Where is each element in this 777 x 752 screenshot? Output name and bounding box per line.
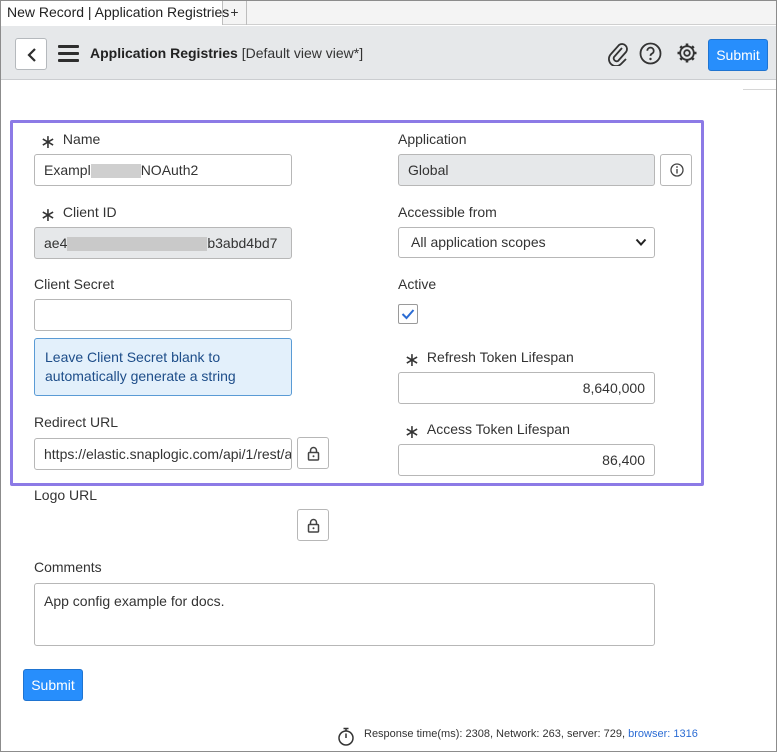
- client-secret-hint: Leave Client Secret blank to automatical…: [34, 338, 292, 396]
- page-title: Application Registries [Default view vie…: [90, 45, 363, 61]
- logo-url-label: Logo URL: [34, 487, 98, 503]
- logo-url-lock-button[interactable]: [297, 509, 329, 541]
- required-marker: ∗: [40, 205, 56, 226]
- application-field[interactable]: Global: [398, 154, 655, 186]
- name-field[interactable]: Exampl NOAuth2: [34, 154, 292, 186]
- divider: [743, 89, 776, 90]
- comments-textarea[interactable]: App config example for docs.: [34, 583, 655, 646]
- submit-button-top[interactable]: Submit: [708, 39, 768, 71]
- chevron-down-icon: [635, 238, 647, 246]
- active-checkbox[interactable]: [398, 304, 418, 324]
- access-token-lifespan-label: ∗ Access Token Lifespan: [404, 421, 570, 443]
- name-label: ∗ Name: [40, 131, 101, 153]
- menu-icon[interactable]: [58, 45, 79, 62]
- refresh-token-lifespan-label: ∗ Refresh Token Lifespan: [404, 349, 574, 371]
- stopwatch-icon: [338, 727, 354, 746]
- lock-icon: [307, 518, 320, 533]
- submit-button-bottom[interactable]: Submit: [23, 669, 83, 701]
- form-header: Application Registries [Default view vie…: [1, 26, 776, 80]
- active-label: Active: [398, 276, 437, 292]
- view-name: [Default view view*]: [241, 45, 364, 61]
- response-time-text: Response time(ms): 2308, Network: 263, s…: [364, 728, 626, 740]
- redirect-url-lock-button[interactable]: [297, 437, 329, 469]
- paperclip-icon[interactable]: [607, 42, 629, 66]
- client-id-field[interactable]: ae4 b3abd4bd7: [34, 227, 292, 259]
- application-label: Application: [398, 131, 467, 147]
- required-marker: ∗: [40, 132, 56, 153]
- info-icon: [670, 163, 684, 177]
- redacted-block: [67, 237, 208, 252]
- back-icon: [27, 48, 36, 62]
- accessible-from-value: All application scopes: [411, 234, 546, 250]
- accessible-from-select[interactable]: All application scopes: [398, 227, 655, 258]
- redacted-block: [90, 164, 141, 179]
- tab-new-record[interactable]: New Record | Application Registries: [1, 1, 229, 25]
- help-icon[interactable]: [639, 42, 662, 65]
- tab-strip: New Record | Application Registries +: [1, 1, 776, 25]
- application-info-button[interactable]: [660, 154, 692, 186]
- redirect-url-field[interactable]: https://elastic.snaplogic.com/api/1/rest…: [34, 438, 292, 470]
- redirect-url-label: Redirect URL: [34, 414, 119, 430]
- accessible-from-label: Accessible from: [398, 204, 497, 220]
- page-title-text: Application Registries: [90, 45, 238, 61]
- add-tab-button[interactable]: +: [223, 1, 247, 25]
- client-secret-field[interactable]: [34, 299, 292, 331]
- refresh-token-lifespan-field[interactable]: 8,640,000: [398, 372, 655, 404]
- client-id-label: ∗ Client ID: [40, 204, 117, 226]
- required-marker: ∗: [404, 422, 420, 443]
- access-token-lifespan-field[interactable]: 86,400: [398, 444, 655, 476]
- comments-label: Comments: [34, 559, 102, 575]
- gear-icon[interactable]: [676, 42, 698, 64]
- back-button[interactable]: [15, 38, 47, 70]
- required-marker: ∗: [404, 350, 420, 371]
- browser-time-link[interactable]: browser: 1316: [628, 728, 698, 740]
- checkmark-icon: [401, 309, 415, 320]
- client-secret-label: Client Secret: [34, 276, 115, 292]
- lock-icon: [307, 446, 320, 461]
